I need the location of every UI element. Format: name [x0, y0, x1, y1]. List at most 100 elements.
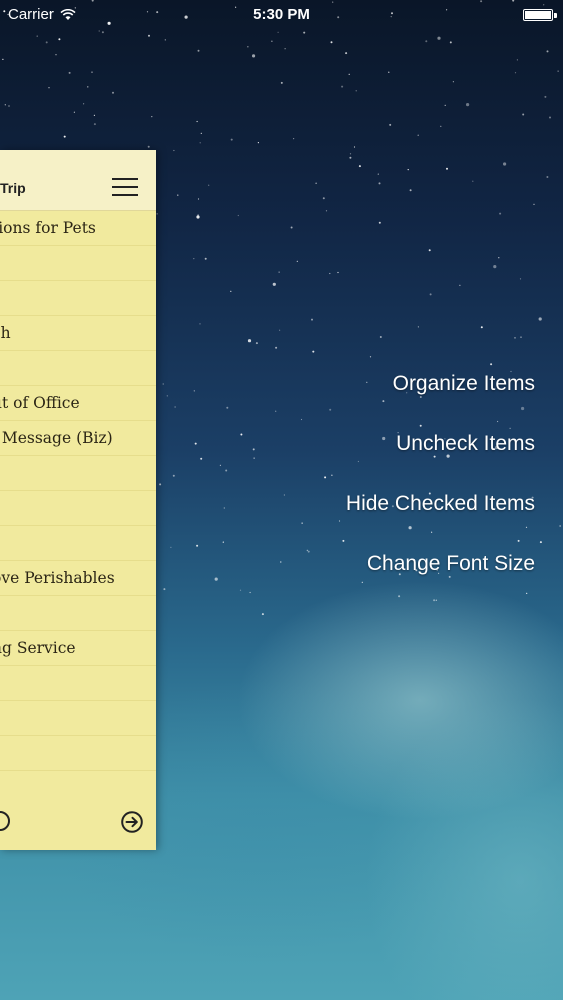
star — [446, 167, 448, 170]
list-item[interactable] — [0, 281, 156, 316]
star — [437, 36, 441, 40]
star — [459, 284, 461, 286]
star — [237, 214, 239, 217]
star — [151, 116, 153, 118]
list-item[interactable]: . Message (Biz) — [0, 421, 156, 456]
star — [557, 70, 559, 72]
star — [514, 72, 517, 74]
hamburger-menu-icon[interactable] — [112, 178, 138, 198]
battery-tip — [554, 13, 557, 18]
star — [300, 418, 303, 421]
arrow-right-circle-icon[interactable] — [121, 811, 143, 833]
note-footer — [0, 798, 156, 850]
star — [112, 91, 114, 94]
star — [271, 40, 273, 42]
star — [539, 541, 542, 544]
list-item[interactable] — [0, 246, 156, 281]
star — [196, 215, 200, 219]
star — [214, 577, 218, 581]
star — [312, 350, 315, 353]
note-panel[interactable]: Trip tions for Pets ch ut of Office . Messa… — [0, 150, 156, 850]
star — [172, 474, 175, 477]
star — [345, 52, 348, 55]
star — [315, 182, 317, 184]
star — [68, 71, 71, 74]
star — [329, 408, 332, 411]
star — [306, 549, 308, 551]
list-item[interactable]: ove Perishables — [0, 561, 156, 596]
star — [170, 546, 172, 549]
list-item[interactable] — [0, 526, 156, 561]
list-item[interactable] — [0, 491, 156, 526]
list-item[interactable]: ut of Office — [0, 386, 156, 421]
star — [87, 86, 89, 88]
star — [196, 544, 199, 547]
star — [349, 156, 352, 159]
star — [493, 265, 497, 269]
list-item[interactable] — [0, 736, 156, 771]
star — [208, 184, 210, 186]
star — [452, 81, 454, 83]
star — [83, 103, 85, 105]
star — [296, 260, 298, 262]
star — [377, 173, 379, 175]
list-item[interactable] — [0, 666, 156, 701]
organize-items-button[interactable]: Organize Items — [346, 366, 535, 426]
star — [200, 132, 202, 134]
list-item[interactable]: tions for Pets — [0, 211, 156, 246]
change-font-size-button[interactable]: Change Font Size — [346, 546, 535, 606]
star — [546, 176, 549, 178]
list-item[interactable] — [0, 351, 156, 386]
star — [73, 111, 75, 113]
star — [278, 271, 280, 273]
star — [58, 38, 61, 41]
star — [219, 464, 221, 466]
star — [156, 213, 158, 215]
star — [389, 123, 392, 126]
star — [293, 138, 295, 140]
star — [449, 41, 452, 44]
star — [538, 317, 542, 321]
star — [290, 226, 293, 229]
star — [358, 165, 361, 168]
star — [425, 40, 428, 43]
star — [428, 249, 431, 252]
star — [148, 34, 150, 37]
star — [164, 39, 166, 41]
star — [252, 54, 256, 58]
uncheck-items-button[interactable]: Uncheck Items — [346, 426, 535, 486]
star — [503, 162, 507, 166]
star — [303, 31, 306, 34]
list-item[interactable]: t — [0, 596, 156, 631]
star — [330, 41, 333, 44]
star — [378, 182, 381, 185]
star — [388, 71, 390, 73]
star — [559, 525, 561, 527]
list-item-text: ch — [0, 324, 11, 342]
star — [196, 120, 198, 123]
star — [417, 326, 419, 328]
list-item[interactable] — [0, 701, 156, 736]
star — [226, 406, 229, 409]
star — [252, 448, 255, 451]
star — [466, 103, 470, 107]
list-item[interactable]: ng Service — [0, 631, 156, 666]
star — [325, 210, 328, 212]
star — [247, 46, 249, 48]
note-title: Trip — [0, 180, 26, 196]
star — [225, 469, 228, 472]
star — [533, 203, 535, 205]
star — [249, 591, 251, 594]
star — [222, 541, 224, 543]
star — [261, 613, 264, 616]
list-item-text: tions for Pets — [0, 219, 96, 237]
list-item[interactable] — [0, 456, 156, 491]
star — [204, 257, 207, 260]
footer-circle-icon[interactable] — [0, 811, 10, 831]
star — [200, 457, 203, 460]
star — [162, 383, 164, 385]
hide-checked-items-button[interactable]: Hide Checked Items — [346, 486, 535, 546]
star — [91, 71, 93, 73]
star — [520, 336, 522, 338]
list-item[interactable]: ch — [0, 316, 156, 351]
